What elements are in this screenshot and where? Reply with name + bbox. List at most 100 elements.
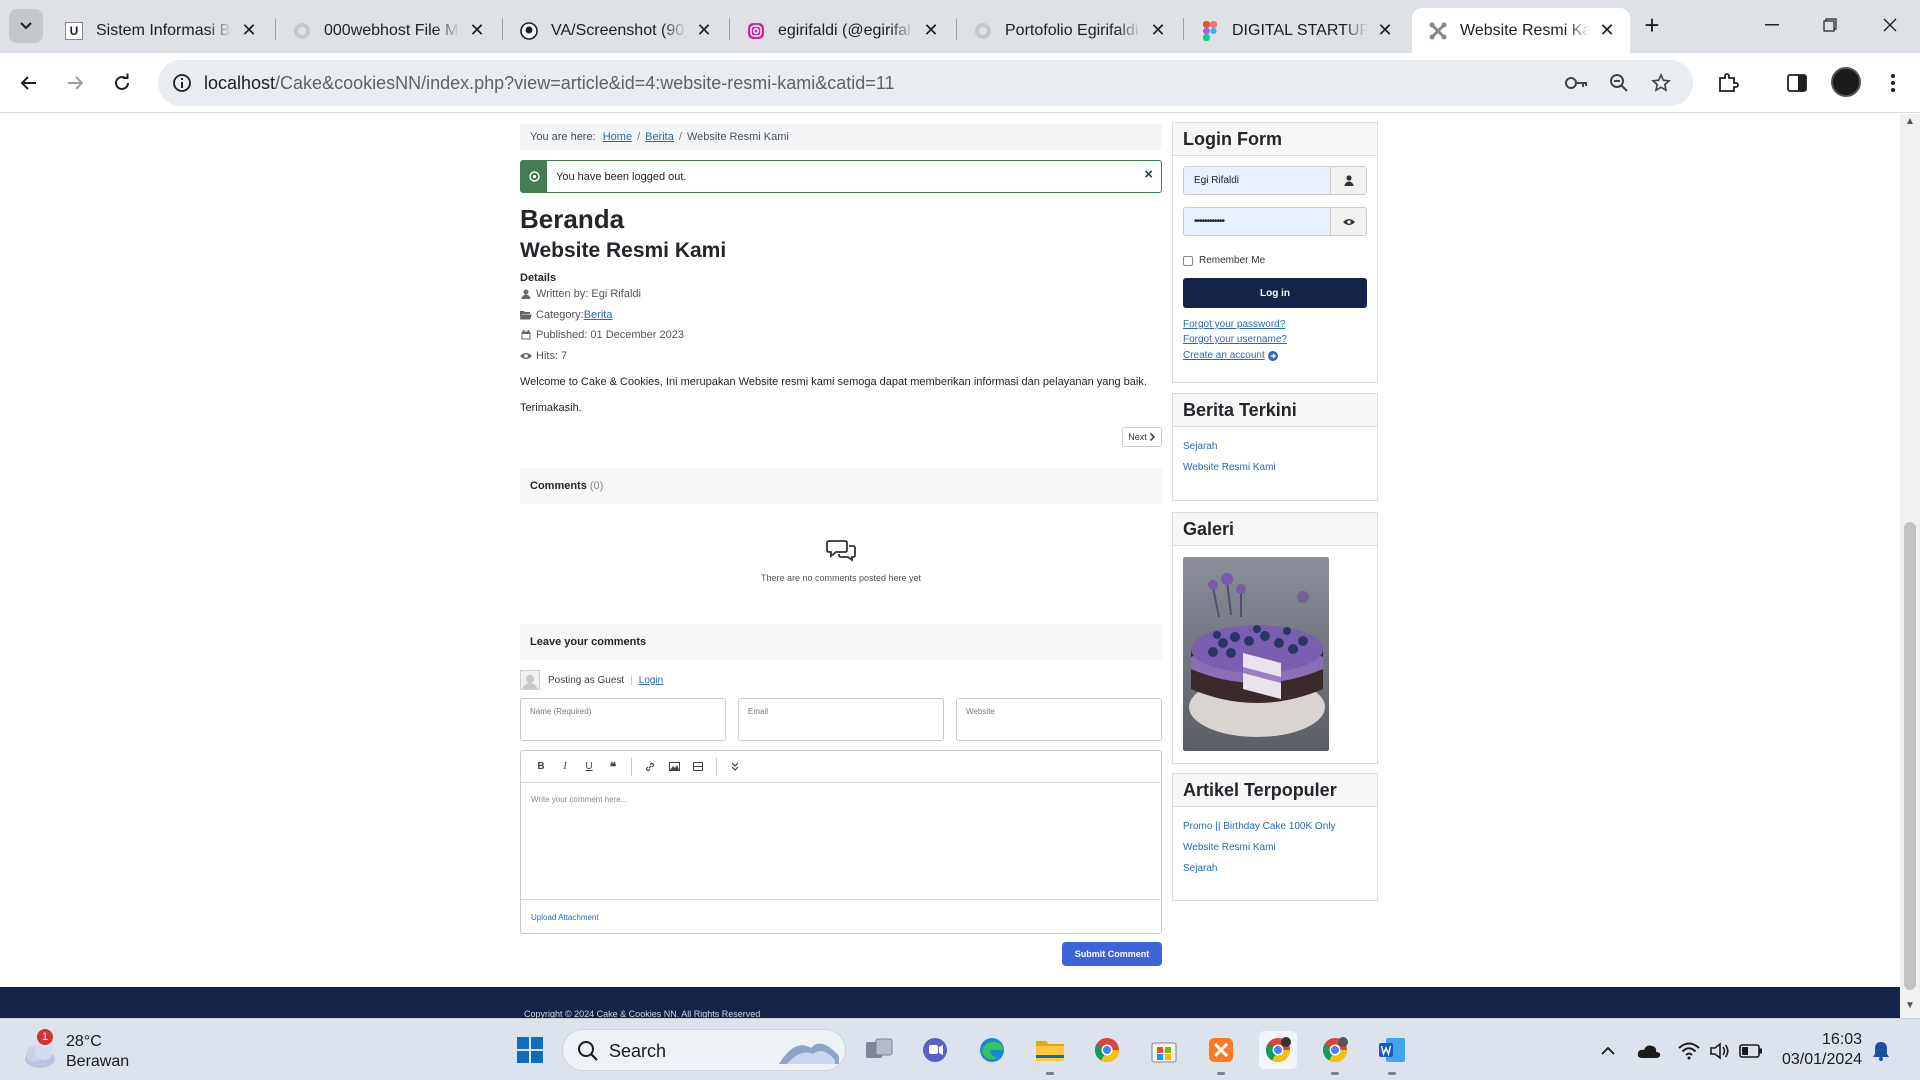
popular-article-item[interactable]: Promo || Birthday Cake 100K Only: [1183, 821, 1336, 832]
tab-close-icon[interactable]: ✕: [1596, 20, 1618, 42]
quote-icon[interactable]: ❝: [601, 755, 625, 779]
tab-website-resmi-kami[interactable]: Website Resmi Kam ✕: [1412, 8, 1630, 53]
battery-icon[interactable]: [1738, 1038, 1764, 1064]
restore-button[interactable]: [1810, 10, 1850, 40]
store-app[interactable]: [1145, 1031, 1183, 1069]
comment-email-field[interactable]: Email: [738, 698, 944, 741]
popular-article-item[interactable]: Sejarah: [1183, 863, 1217, 874]
breadcrumb-category-link[interactable]: Berita: [645, 131, 674, 143]
code-block-icon[interactable]: [686, 755, 710, 779]
teams-chat-app[interactable]: [916, 1031, 954, 1069]
username-input[interactable]: Egi Rifaldi: [1183, 166, 1367, 195]
taskbar-search[interactable]: Search: [562, 1029, 846, 1071]
chrome-icon: [1265, 1037, 1291, 1063]
article-paragraph: Terimakasih.: [520, 402, 582, 414]
meta-category-link[interactable]: Berita: [584, 309, 613, 321]
remember-me-checkbox[interactable]: [1183, 255, 1193, 266]
forgot-username-link[interactable]: Forgot your username?: [1183, 334, 1287, 345]
tab-portofolio[interactable]: Portofolio Egirifaldi ✕: [957, 8, 1181, 53]
wifi-icon[interactable]: [1676, 1038, 1702, 1064]
back-button[interactable]: [11, 65, 47, 101]
side-panel-icon[interactable]: [1782, 68, 1812, 98]
xampp-app[interactable]: [1202, 1031, 1240, 1075]
page-scrollbar[interactable]: ▲ ▼: [1900, 114, 1920, 1018]
restore-icon: [1823, 18, 1837, 32]
remember-me[interactable]: Remember Me: [1183, 255, 1265, 266]
link-icon[interactable]: [638, 755, 662, 779]
gallery-image-blueberry-cake[interactable]: [1183, 557, 1329, 751]
show-password-eye-icon[interactable]: [1330, 208, 1366, 235]
submit-comment-button[interactable]: Submit Comment: [1062, 942, 1162, 966]
new-tab-button[interactable]: +: [1638, 12, 1666, 40]
tab-digital-startup[interactable]: DIGITAL STARTUP T ✕: [1184, 8, 1408, 53]
next-article-button[interactable]: Next: [1122, 427, 1162, 447]
profile-avatar[interactable]: [1831, 67, 1861, 97]
file-explorer-app[interactable]: [1031, 1031, 1069, 1075]
popular-article-item[interactable]: Website Resmi Kami: [1183, 842, 1276, 853]
tab-close-icon[interactable]: ✕: [238, 20, 260, 42]
image-icon[interactable]: [662, 755, 686, 779]
start-button[interactable]: [511, 1031, 549, 1069]
chrome-profile-app[interactable]: [1259, 1031, 1297, 1069]
forward-button[interactable]: [57, 65, 93, 101]
edge-app[interactable]: [973, 1031, 1011, 1069]
login-button[interactable]: Log in: [1183, 278, 1367, 308]
latest-news-item[interactable]: Website Resmi Kami: [1183, 462, 1276, 473]
create-account-link[interactable]: Create an account: [1183, 350, 1278, 361]
chrome-app[interactable]: [1088, 1031, 1126, 1069]
task-view-button[interactable]: [860, 1031, 898, 1069]
popular-articles-title: Artikel Terpopuler: [1173, 774, 1377, 807]
chevrons-down-icon[interactable]: [723, 755, 747, 779]
tab-close-icon[interactable]: ✕: [920, 20, 942, 42]
tab-github[interactable]: VA/Screenshot (90) ✕: [503, 8, 727, 53]
scroll-up-arrow-icon[interactable]: ▲: [1904, 116, 1916, 130]
volume-icon[interactable]: [1707, 1038, 1733, 1064]
weather-widget[interactable]: 1 28°C Berawan: [20, 1029, 140, 1073]
more-menu-icon[interactable]: [1878, 68, 1908, 98]
tray-overflow-chevron-icon[interactable]: [1595, 1038, 1621, 1064]
task-view-icon: [866, 1038, 893, 1058]
onedrive-cloud-icon[interactable]: [1636, 1038, 1662, 1064]
address-bar[interactable]: localhost/Cake&cookiesNN/index.php?view=…: [158, 60, 1693, 106]
reload-button[interactable]: [104, 65, 140, 101]
zoom-icon[interactable]: [1607, 71, 1631, 95]
site-info-icon[interactable]: [170, 71, 194, 95]
breadcrumb-home-link[interactable]: Home: [603, 131, 632, 143]
minimize-button[interactable]: [1752, 10, 1792, 40]
password-key-icon[interactable]: [1565, 71, 1589, 95]
word-app[interactable]: [1373, 1031, 1411, 1075]
tab-close-icon[interactable]: ✕: [1147, 20, 1169, 42]
tab-000webhost[interactable]: 000webhost File M ✕: [276, 8, 500, 53]
underline-icon[interactable]: U: [577, 755, 601, 779]
comment-editor: B I U ❝ Write your comment here... Uploa…: [520, 750, 1162, 934]
tab-close-icon[interactable]: ✕: [466, 20, 488, 42]
tab-close-icon[interactable]: ✕: [1374, 20, 1396, 42]
comment-textarea[interactable]: Write your comment here...: [531, 795, 627, 804]
latest-news-item[interactable]: Sejarah: [1183, 441, 1217, 452]
extensions-icon[interactable]: [1713, 68, 1743, 98]
upload-attachment-link[interactable]: Upload Attachment: [521, 899, 1161, 933]
tab-title: egirifaldi (@egirifal: [778, 21, 911, 39]
scroll-down-arrow-icon[interactable]: ▼: [1904, 1000, 1916, 1014]
comment-login-link[interactable]: Login: [639, 675, 663, 686]
tab-instagram[interactable]: egirifaldi (@egirifal ✕: [730, 8, 954, 53]
scrollbar-thumb[interactable]: [1904, 522, 1916, 990]
chrome-profile-2-app[interactable]: [1316, 1031, 1354, 1075]
tab-sistem-informasi[interactable]: U Sistem Informasi Be ✕: [48, 8, 272, 53]
password-input[interactable]: ••••••••••••: [1183, 207, 1367, 236]
close-icon: [1883, 18, 1897, 32]
folder-open-icon: [520, 309, 532, 321]
clock-time: 16:03: [1822, 1031, 1863, 1048]
tab-search-button[interactable]: [9, 9, 43, 43]
alert-close-icon[interactable]: ×: [1144, 166, 1153, 183]
comment-website-field[interactable]: Website: [956, 698, 1162, 741]
forgot-password-link[interactable]: Forgot your password?: [1183, 319, 1285, 330]
notification-bell-icon[interactable]: [1868, 1038, 1894, 1064]
bookmark-star-icon[interactable]: [1649, 71, 1673, 95]
close-window-button[interactable]: [1870, 10, 1910, 40]
comment-name-field[interactable]: Name (Required): [520, 698, 726, 741]
tab-close-icon[interactable]: ✕: [693, 20, 715, 42]
bold-icon[interactable]: B: [529, 755, 553, 779]
italic-icon[interactable]: I: [553, 755, 577, 779]
taskbar-clock[interactable]: 16:03 03/01/2024: [1782, 1030, 1862, 1070]
